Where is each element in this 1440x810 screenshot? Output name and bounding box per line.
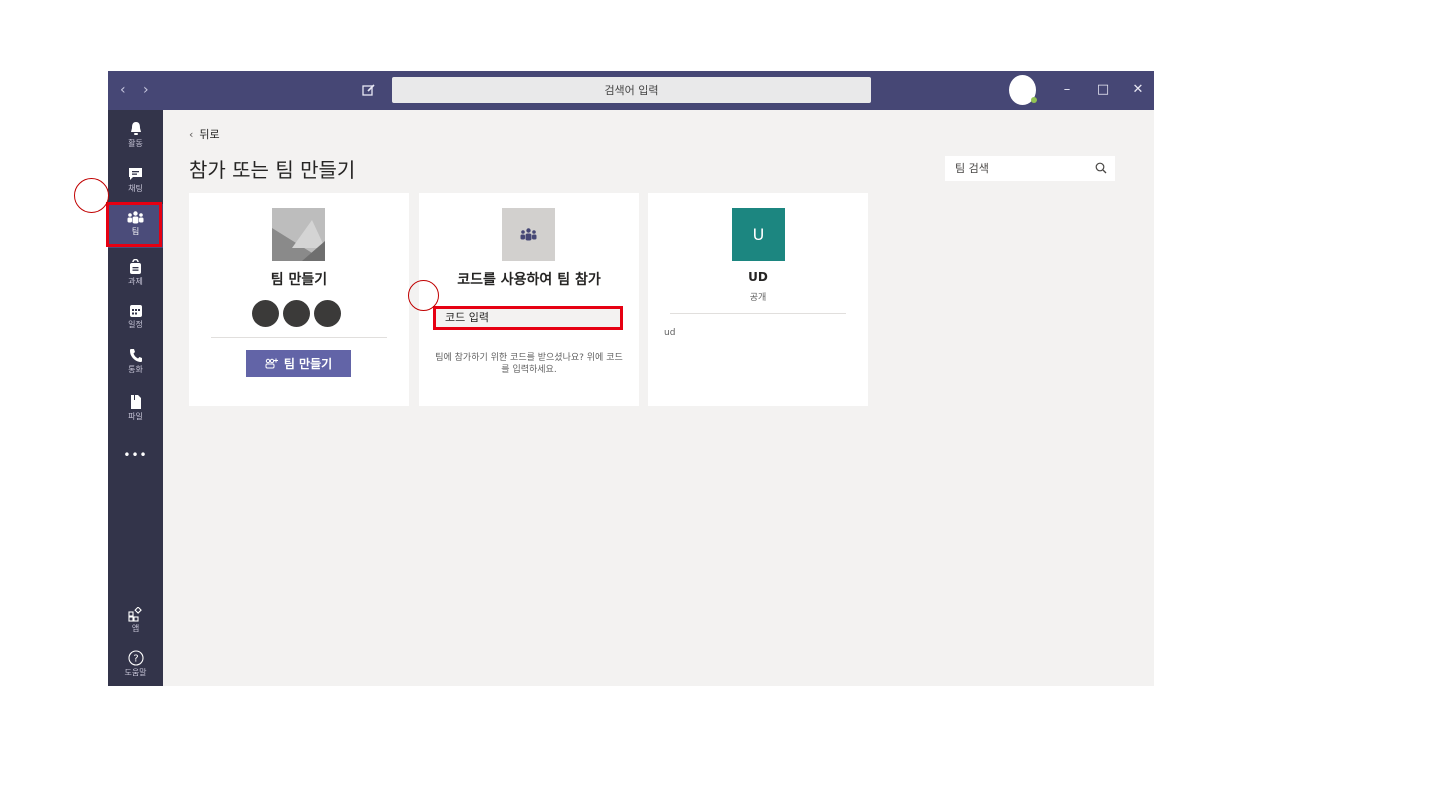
teams-icon bbox=[520, 227, 537, 240]
join-team-title: 코드를 사용하여 팀 참가 bbox=[457, 272, 601, 288]
create-team-button-label: 팀 만들기 bbox=[283, 357, 333, 371]
avatar bbox=[252, 300, 279, 327]
rail-item-calendar[interactable]: 일정 bbox=[108, 297, 163, 341]
team-name: UD bbox=[748, 270, 768, 284]
main-content: ‹ 뒤로 참가 또는 팀 만들기 팀 검색 팀 만들기 팀 만들기 코드를 사용하 bbox=[163, 110, 1154, 686]
teams-window: ‹ › 검색어 입력 – □ ✕ 활동 채팅 팀 과제 일정 통화 파일 •••… bbox=[108, 71, 1154, 686]
rail-label: 통화 bbox=[128, 365, 143, 374]
assignments-icon bbox=[130, 259, 141, 274]
code-input-placeholder: 코드 입력 bbox=[445, 311, 489, 324]
back-link[interactable]: ‹ 뒤로 bbox=[189, 126, 220, 142]
phone-icon bbox=[129, 349, 142, 362]
team-search-placeholder: 팀 검색 bbox=[955, 162, 989, 175]
rail-label: 일정 bbox=[128, 320, 143, 329]
team-visibility: 공개 bbox=[749, 293, 767, 303]
search-input[interactable]: 검색어 입력 bbox=[392, 77, 871, 103]
apps-icon bbox=[128, 607, 142, 622]
divider bbox=[211, 337, 387, 338]
rail-label: 과제 bbox=[128, 277, 143, 286]
avatar[interactable] bbox=[1009, 75, 1037, 105]
rail-label: 파일 bbox=[128, 412, 143, 421]
presence-dot bbox=[1031, 97, 1037, 103]
team-description: ud bbox=[664, 328, 676, 338]
rail-item-calls[interactable]: 통화 bbox=[108, 341, 163, 385]
page-title: 참가 또는 팀 만들기 bbox=[189, 158, 356, 182]
bell-icon bbox=[130, 122, 141, 135]
search-placeholder: 검색어 입력 bbox=[604, 84, 659, 97]
divider bbox=[670, 313, 846, 314]
maximize-icon[interactable]: □ bbox=[1093, 80, 1113, 100]
rail-item-assignments[interactable]: 과제 bbox=[108, 252, 163, 296]
rail-label: 앱 bbox=[131, 624, 140, 633]
annotation-highlight-teams bbox=[106, 202, 162, 247]
create-team-button[interactable]: 팀 만들기 bbox=[246, 350, 351, 377]
team-card-ud[interactable]: U UD 공개 ud bbox=[648, 193, 868, 406]
rail-label: 활동 bbox=[128, 139, 143, 148]
rail-label: 채팅 bbox=[128, 184, 143, 193]
compose-icon[interactable] bbox=[362, 82, 376, 96]
forward-arrow-icon[interactable]: › bbox=[143, 81, 149, 99]
title-bar: ‹ › 검색어 입력 – □ ✕ bbox=[108, 71, 1154, 110]
rail-item-files[interactable]: 파일 bbox=[108, 387, 163, 431]
add-team-icon bbox=[265, 358, 278, 369]
close-icon[interactable]: ✕ bbox=[1128, 80, 1148, 100]
chat-icon bbox=[129, 168, 142, 180]
team-search-input[interactable]: 팀 검색 bbox=[945, 156, 1115, 181]
team-placeholder-image-icon bbox=[272, 208, 325, 261]
help-icon: ? bbox=[127, 650, 144, 666]
back-arrow-icon[interactable]: ‹ bbox=[120, 81, 126, 99]
team-avatar: U bbox=[732, 208, 785, 261]
join-team-card: 코드를 사용하여 팀 참가 코드 입력 팀에 참가하기 위한 코드를 받으셨나요… bbox=[419, 193, 639, 406]
join-hint-text: 팀에 참가하기 위한 코드를 받으셨나요? 위에 코드를 입력하세요. bbox=[435, 353, 623, 375]
avatar bbox=[314, 300, 341, 327]
create-team-title: 팀 만들기 bbox=[270, 272, 328, 288]
chevron-left-icon: ‹ bbox=[189, 128, 194, 141]
rail-item-apps[interactable]: 앱 bbox=[108, 600, 163, 644]
rail-item-more[interactable]: ••• bbox=[108, 444, 163, 464]
back-label: 뒤로 bbox=[199, 128, 220, 141]
rail-item-activity[interactable]: 활동 bbox=[108, 114, 163, 158]
create-team-card: 팀 만들기 팀 만들기 bbox=[189, 193, 409, 406]
rail-label: 도움말 bbox=[124, 668, 147, 677]
search-icon bbox=[1095, 162, 1107, 174]
rail-item-chat[interactable]: 채팅 bbox=[108, 160, 163, 204]
more-icon: ••• bbox=[123, 448, 148, 462]
calendar-icon bbox=[129, 305, 142, 317]
annotation-circle bbox=[74, 178, 109, 213]
avatar bbox=[283, 300, 310, 327]
file-icon bbox=[130, 395, 141, 409]
minimize-icon[interactable]: – bbox=[1057, 80, 1077, 100]
annotation-circle bbox=[408, 280, 439, 311]
svg-text:?: ? bbox=[133, 654, 138, 665]
rail-item-help[interactable]: ? 도움말 bbox=[108, 643, 163, 687]
join-team-image bbox=[502, 208, 555, 261]
code-input[interactable]: 코드 입력 bbox=[433, 306, 623, 330]
app-rail: 활동 채팅 팀 과제 일정 통화 파일 ••• 앱 ? 도움말 bbox=[108, 110, 163, 686]
